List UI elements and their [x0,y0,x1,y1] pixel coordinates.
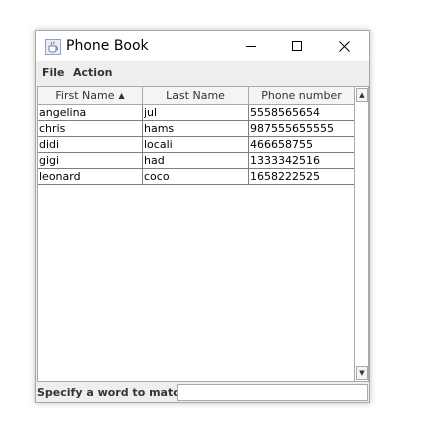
vertical-scrollbar[interactable]: ▲ ▼ [354,87,368,381]
filter-input[interactable] [177,384,368,401]
last-name-cell[interactable]: hams [143,121,249,136]
last-name-cell[interactable]: had [143,153,249,168]
table-body: angelina jul 5558565654 chris hams 98755… [38,105,355,185]
minimize-button[interactable] [228,31,274,61]
java-coffee-icon [45,39,61,55]
maximize-button[interactable] [274,31,320,61]
maximize-icon [292,41,302,51]
first-name-cell[interactable]: gigi [38,153,143,168]
column-header-label: Phone number [261,89,342,102]
menu-action[interactable]: Action [73,66,112,79]
filter-bar: Specify a word to match: [36,383,369,402]
scroll-up-button[interactable]: ▲ [356,88,368,102]
scroll-up-icon: ▲ [359,91,365,99]
window-title: Phone Book [66,38,149,54]
column-header-last-name[interactable]: Last Name [143,87,249,104]
column-header-label: Last Name [166,89,225,102]
last-name-cell[interactable]: locali [143,137,249,152]
column-header-label: First Name [55,89,115,102]
scroll-down-icon: ▼ [359,369,365,377]
scroll-down-button[interactable]: ▼ [356,366,368,380]
sort-ascending-icon: ▲ [118,91,125,100]
minimize-icon [246,46,256,47]
table-header: First Name ▲ Last Name Phone number [38,87,355,105]
title-bar[interactable]: Phone Book [36,31,369,61]
table-row[interactable]: didi locali 466658755 [38,137,355,153]
table-row[interactable]: chris hams 987555655555 [38,121,355,137]
first-name-cell[interactable]: didi [38,137,143,152]
phone-number-cell[interactable]: 987555655555 [249,121,355,136]
phone-book-window: Phone Book File Action First Name ▲ Last… [35,30,370,403]
phone-number-cell[interactable]: 5558565654 [249,105,355,120]
column-header-first-name[interactable]: First Name ▲ [38,87,143,104]
menu-file[interactable]: File [42,66,65,79]
last-name-cell[interactable]: jul [143,105,249,120]
menu-bar: File Action [36,63,369,83]
phone-number-cell[interactable]: 1333342516 [249,153,355,168]
table-row[interactable]: angelina jul 5558565654 [38,105,355,121]
first-name-cell[interactable]: angelina [38,105,143,120]
column-header-phone-number[interactable]: Phone number [249,87,355,104]
phone-number-cell[interactable]: 1658222525 [249,169,355,184]
first-name-cell[interactable]: chris [38,121,143,136]
table-row[interactable]: leonard coco 1658222525 [38,169,355,185]
filter-label: Specify a word to match: [37,386,192,399]
close-button[interactable] [320,31,369,61]
table-scroll-pane: First Name ▲ Last Name Phone number ange… [37,86,369,382]
first-name-cell[interactable]: leonard [38,169,143,184]
last-name-cell[interactable]: coco [143,169,249,184]
close-icon [339,40,350,52]
phone-number-cell[interactable]: 466658755 [249,137,355,152]
table-row[interactable]: gigi had 1333342516 [38,153,355,169]
